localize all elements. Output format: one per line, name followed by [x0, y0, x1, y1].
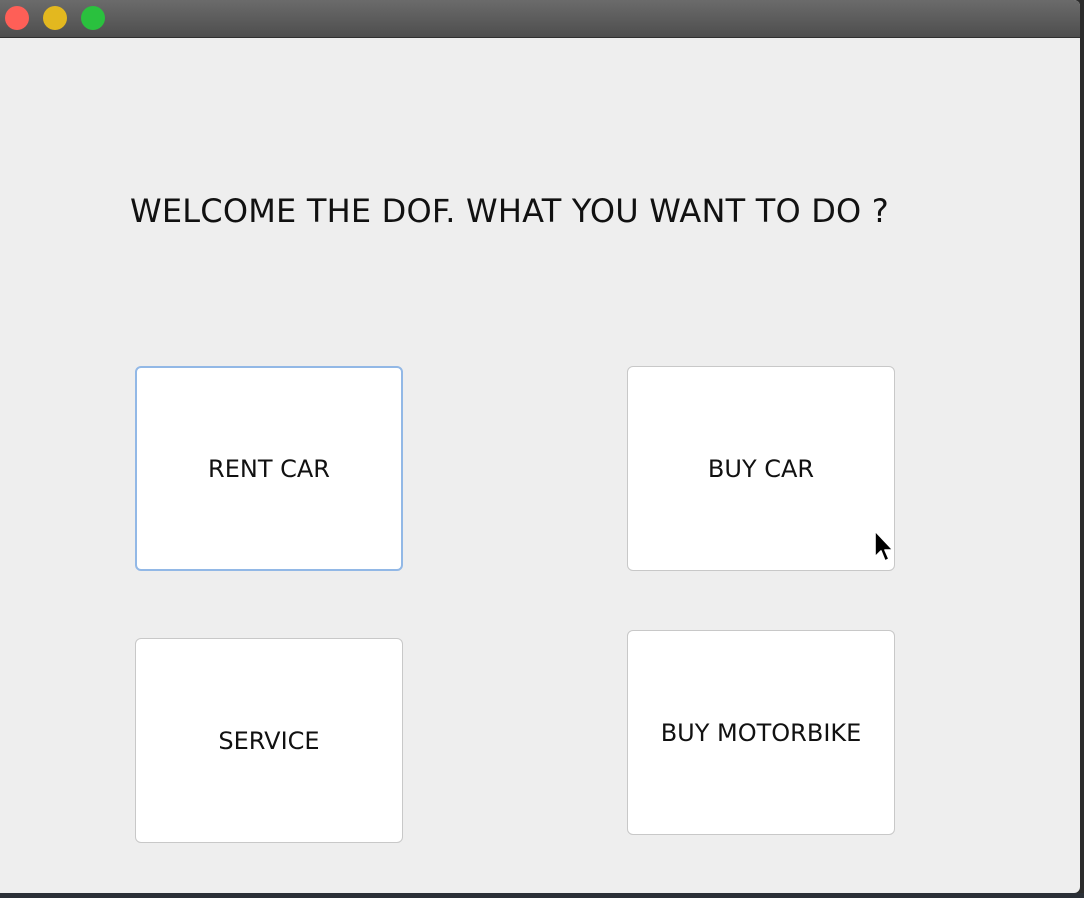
rent-car-button[interactable]: RENT CAR	[135, 366, 403, 571]
buy-motorbike-button[interactable]: BUY MOTORBIKE	[627, 630, 895, 835]
close-window-button[interactable]	[5, 6, 29, 30]
service-button[interactable]: SERVICE	[135, 638, 403, 843]
mouse-pointer-icon	[874, 530, 894, 562]
maximize-window-button[interactable]	[81, 6, 105, 30]
app-window: WELCOME THE DOF. WHAT YOU WANT TO DO ? R…	[0, 0, 1080, 893]
desktop-background-strip	[0, 893, 1084, 898]
title-bar[interactable]	[0, 0, 1080, 38]
service-label: SERVICE	[218, 726, 320, 755]
welcome-heading: WELCOME THE DOF. WHAT YOU WANT TO DO ?	[130, 192, 889, 230]
rent-car-label: RENT CAR	[208, 454, 330, 483]
minimize-window-button[interactable]	[43, 6, 67, 30]
buy-car-button[interactable]: BUY CAR	[627, 366, 895, 571]
buy-car-label: BUY CAR	[707, 454, 815, 483]
buy-motorbike-label: BUY MOTORBIKE	[660, 718, 862, 747]
